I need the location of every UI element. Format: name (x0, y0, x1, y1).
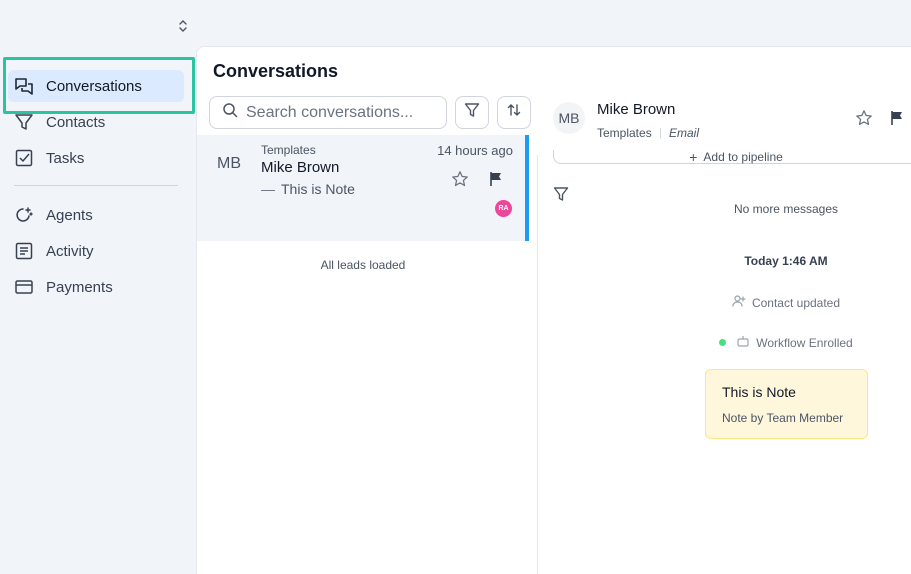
main-panel: Conversations MB Templates Mike Brown — T… (196, 46, 911, 574)
chat-bubbles-icon (14, 76, 34, 96)
sort-arrows-icon (506, 102, 522, 123)
conversation-item[interactable]: MB Templates Mike Brown — This is Note 14… (197, 135, 529, 241)
nav-item-conversations[interactable]: Conversations (8, 70, 184, 102)
contact-channel: Email (669, 126, 700, 140)
nav-label: Conversations (46, 77, 142, 95)
nav-item-agents[interactable]: Agents (8, 199, 184, 231)
activity-text: Contact updated (751, 295, 841, 310)
activity-text: Workflow Enrolled (756, 335, 853, 350)
no-more-messages: No more messages (733, 202, 839, 216)
nav-item-activity[interactable]: Activity (8, 235, 184, 267)
robot-icon (736, 334, 750, 351)
agents-icon (14, 205, 34, 225)
list-footer: All leads loaded (320, 258, 406, 272)
nav-label: Agents (46, 206, 93, 224)
nav-item-tasks[interactable]: Tasks (8, 142, 184, 174)
star-icon[interactable] (451, 170, 469, 193)
avatar: MB (217, 155, 241, 172)
nav-label: Activity (46, 242, 94, 260)
user-plus-icon (732, 294, 746, 311)
page-title: Conversations (213, 61, 339, 81)
conversation-name: Mike Brown (261, 159, 340, 176)
credit-card-icon (14, 277, 34, 297)
preview-text: This is Note (281, 181, 355, 197)
activity-workflow-enrolled: Workflow Enrolled (537, 334, 911, 351)
nav-label: Tasks (46, 149, 85, 167)
assignee-avatar: RA (495, 200, 512, 217)
contact-name[interactable]: Mike Brown (597, 101, 675, 118)
plus-icon: + (689, 148, 698, 165)
separator: | (659, 127, 662, 139)
filter-button[interactable] (455, 96, 489, 129)
contact-source: Templates (597, 126, 652, 140)
nav-label: Contacts (46, 113, 106, 131)
sort-button[interactable] (497, 96, 531, 129)
flag-icon[interactable] (489, 171, 503, 192)
activity-contact-updated: Contact updated (537, 294, 911, 311)
column-divider (537, 155, 538, 574)
dash-icon: — (261, 181, 275, 197)
search-icon (222, 102, 238, 123)
nav-item-contacts[interactable]: Contacts (8, 106, 184, 138)
nav-label: Payments (46, 278, 113, 296)
add-to-pipeline-button[interactable]: + Add to pipeline (553, 150, 911, 164)
conversation-source: Templates (261, 143, 316, 157)
workspace-switcher-chevron-icon[interactable] (176, 18, 190, 38)
search-box[interactable] (209, 96, 447, 129)
checkbox-icon (14, 148, 34, 168)
list-icon (14, 241, 34, 261)
selected-indicator (525, 135, 529, 241)
contact-avatar: MB (553, 102, 585, 134)
conversation-preview: — This is Note (261, 181, 355, 197)
status-dot (719, 339, 727, 346)
nav-item-payments[interactable]: Payments (8, 271, 184, 303)
star-icon[interactable] (855, 109, 873, 132)
funnel-icon (14, 112, 34, 132)
flag-icon[interactable] (890, 110, 904, 131)
search-input[interactable] (246, 103, 436, 122)
pipeline-label: Add to pipeline (703, 149, 783, 164)
date-divider: Today 1:46 AM (744, 254, 828, 268)
nav-divider (14, 185, 178, 186)
note-title: This is Note (722, 384, 796, 400)
funnel-icon (464, 102, 480, 123)
note-author: Note by Team Member (722, 411, 844, 425)
note-card[interactable]: This is Note Note by Team Member (705, 369, 868, 439)
sidebar: Conversations Contacts Tasks Agents Acti… (0, 0, 196, 574)
conversation-time: 14 hours ago (437, 143, 513, 158)
